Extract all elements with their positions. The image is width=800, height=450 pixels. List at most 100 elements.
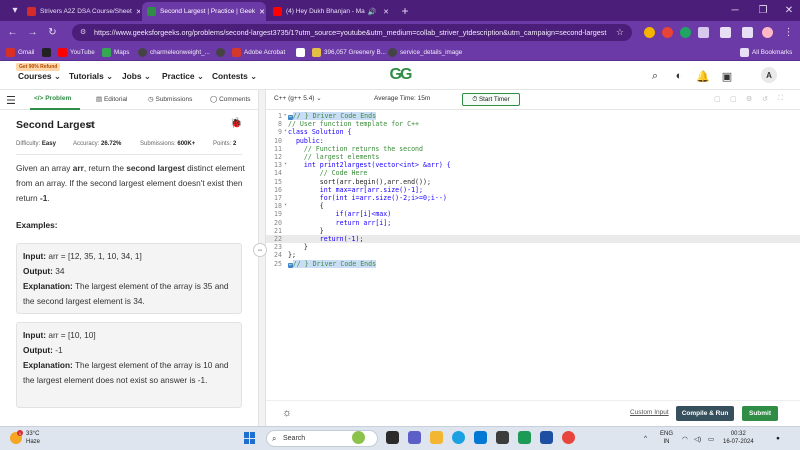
reset-icon[interactable]: ↺ [762, 95, 768, 103]
code-line[interactable]: 1 ▸ ↔// } Driver Code Ends [266, 112, 800, 120]
app-icon[interactable] [496, 431, 509, 444]
tab-strivers[interactable]: Strivers A2Z DSA Course/Sheet ✕ [22, 2, 140, 21]
nav-jobs[interactable]: Jobs ⌄ [122, 71, 151, 81]
download-icon[interactable] [720, 27, 731, 38]
fold-arrow-icon[interactable]: ▸ [284, 112, 287, 118]
code-line[interactable]: 13 ▾ int print2largest(vector<int> &arr) … [266, 161, 800, 169]
reload-icon[interactable]: ↻ [46, 26, 59, 39]
all-bookmarks[interactable]: All Bookmarks [740, 47, 792, 58]
volume-icon[interactable]: ◁) [694, 435, 701, 443]
code-line[interactable]: 20 return arr[i]; [266, 219, 800, 227]
compile-run-button[interactable]: Compile & Run [676, 406, 734, 421]
app-icon[interactable] [518, 431, 531, 444]
tab-editorial[interactable]: ▤ Editorial [96, 95, 127, 103]
code-line[interactable]: 14 // Code Here [266, 169, 800, 177]
bookmark-icon[interactable]: ⌑ [87, 120, 92, 131]
report-bug-icon[interactable]: 🐞 [230, 118, 242, 129]
copy-icon[interactable]: ▢ [714, 95, 721, 103]
tab-submissions[interactable]: ◷ Submissions [148, 95, 192, 103]
system-clock[interactable]: 00:32 16-07-2024 [723, 430, 754, 446]
wifi-icon[interactable]: ◠ [682, 435, 688, 443]
code-line[interactable]: 24}; [266, 251, 800, 259]
paste-icon[interactable]: ▢ [730, 95, 737, 103]
bookmark-service[interactable]: service_details_image [388, 47, 462, 58]
tab-second-largest[interactable]: Second Largest | Practice | Geek ✕ [142, 2, 266, 21]
language-indicator[interactable]: ENG IN [660, 430, 673, 446]
code-line[interactable]: 16 int max=arr[arr.size()-1]; [266, 186, 800, 194]
tab-youtube[interactable]: (4) Hey Dukh Bhanjan - Ma 🔊 ✕ [268, 2, 394, 21]
start-timer-button[interactable]: ⏱ Start Timer [462, 93, 520, 106]
app-icon[interactable] [540, 431, 553, 444]
minimize-icon[interactable]: ─ [724, 0, 746, 21]
tab-problem[interactable]: </> Problem [34, 95, 71, 102]
battery-icon[interactable]: ▭ [708, 435, 714, 443]
restore-icon[interactable]: ❐ [752, 0, 774, 21]
gfg-logo[interactable]: GG [384, 66, 416, 84]
code-line[interactable]: 22 return(-1); [266, 235, 800, 244]
custom-input-link[interactable]: Custom Input [630, 409, 669, 416]
bookmark-item[interactable] [216, 47, 228, 58]
nav-contests[interactable]: Contests ⌄ [212, 71, 257, 81]
code-line[interactable]: 18 ▾ { [266, 202, 800, 210]
forward-icon[interactable]: → [26, 26, 39, 39]
speaker-icon[interactable]: 🔊 [368, 8, 377, 16]
submit-button[interactable]: Submit [742, 406, 778, 421]
bookmark-gmail[interactable]: Gmail [6, 47, 34, 58]
bookmark-youtube[interactable]: YouTube [58, 47, 95, 58]
task-view-icon[interactable] [386, 431, 399, 444]
language-select[interactable]: C++ (g++ 5.4) ⌄ [274, 94, 322, 102]
close-icon[interactable]: ✕ [255, 8, 265, 16]
notification-bell-icon[interactable]: 🔔 [696, 69, 710, 83]
weather-widget[interactable]: 33°C Haze [26, 430, 40, 446]
bookmark-maps[interactable]: Maps [102, 47, 129, 58]
dark-mode-icon[interactable]: ◐ [672, 69, 686, 83]
tab-comments[interactable]: ◯ Comments [210, 95, 251, 103]
nav-practice[interactable]: Practice ⌄ [162, 71, 204, 81]
close-icon[interactable]: ✕ [379, 8, 389, 16]
code-line[interactable]: 19 if(arr[i]<max) [266, 210, 800, 218]
extension-icon[interactable] [662, 27, 673, 38]
folded-region-icon[interactable]: ↔ [288, 262, 293, 268]
profile-icon[interactable] [762, 27, 773, 38]
fold-arrow-icon[interactable]: ▾ [284, 128, 287, 134]
nav-tutorials[interactable]: Tutorials ⌄ [69, 71, 113, 81]
code-line[interactable]: 8 // User function template for C++ [266, 120, 800, 128]
widgets-icon[interactable] [352, 431, 365, 444]
drag-handle-icon[interactable]: ⇔ [253, 243, 267, 257]
window-close-icon[interactable]: ✕ [778, 0, 800, 21]
code-line[interactable]: 23 } [266, 243, 800, 251]
chat-icon[interactable]: ▣ [720, 69, 734, 83]
fullscreen-icon[interactable]: ⛶ [778, 95, 783, 103]
code-line[interactable]: 10 public: [266, 137, 800, 145]
file-explorer-icon[interactable] [430, 431, 443, 444]
bookmark-star-icon[interactable]: ☆ [616, 27, 624, 38]
bookmark-charmeleon[interactable]: charmeleonweight_... [138, 47, 210, 58]
fold-arrow-icon[interactable]: ▾ [284, 161, 287, 167]
store-icon[interactable] [474, 431, 487, 444]
code-line[interactable]: 11 // Function returns the second [266, 145, 800, 153]
bookmark-adobe[interactable]: Adobe Acrobat [232, 47, 285, 58]
nav-courses[interactable]: Courses ⌄ [18, 71, 61, 81]
url-bar[interactable]: ⚙ https://www.geeksforgeeks.org/problems… [72, 24, 632, 41]
teams-icon[interactable] [408, 431, 421, 444]
extensions-puzzle-icon[interactable] [698, 27, 709, 38]
panel-splitter[interactable] [258, 90, 266, 426]
extension-icon[interactable] [680, 27, 691, 38]
settings-icon[interactable]: ⚙ [746, 95, 752, 103]
close-icon[interactable]: ✕ [132, 8, 140, 16]
fold-arrow-icon[interactable]: ▾ [284, 202, 287, 208]
new-tab-button[interactable]: + [394, 0, 416, 21]
code-editor[interactable]: 1 ▸ ↔// } Driver Code Ends 8// User functio… [266, 110, 800, 400]
windows-start-icon[interactable] [244, 432, 256, 444]
chrome-icon[interactable] [562, 431, 575, 444]
code-line[interactable]: 12 // largest elements [266, 153, 800, 161]
avatar[interactable]: A [761, 67, 777, 83]
back-icon[interactable]: ← [6, 26, 19, 39]
bookmark-item[interactable] [296, 47, 308, 58]
code-line[interactable]: 25 ↔// } Driver Code Ends [266, 259, 800, 268]
side-panel-icon[interactable] [742, 27, 753, 38]
chevron-up-icon[interactable]: ^ [644, 435, 647, 442]
hamburger-menu-icon[interactable]: ☰ [6, 94, 16, 107]
extension-icon[interactable] [644, 27, 655, 38]
bookmark-greenery[interactable]: 396,057 Greenery B... [312, 47, 386, 58]
